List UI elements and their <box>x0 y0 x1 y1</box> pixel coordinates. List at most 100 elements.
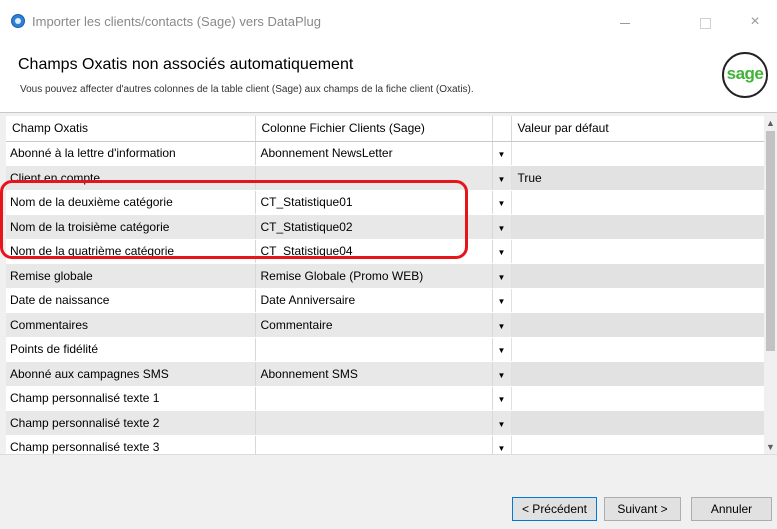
colonne-sage-cell[interactable] <box>255 165 493 191</box>
dropdown-cell[interactable]: ▼ <box>492 141 512 166</box>
maximize-button[interactable] <box>690 10 720 34</box>
dropdown-arrow-icon[interactable]: ▼ <box>498 273 506 282</box>
dropdown-cell[interactable]: ▼ <box>492 288 512 313</box>
minimize-icon <box>620 22 630 24</box>
scrollbar-thumb[interactable] <box>766 131 775 351</box>
title-bar: Importer les clients/contacts (Sage) ver… <box>0 0 777 44</box>
dropdown-arrow-icon[interactable]: ▼ <box>498 346 506 355</box>
champ-oxatis-cell: Date de naissance <box>6 288 256 313</box>
valeur-defaut-cell[interactable] <box>511 410 767 436</box>
champ-oxatis-cell: Nom de la troisième catégorie <box>6 214 256 240</box>
colonne-sage-cell[interactable]: Remise Globale (Promo WEB) <box>255 263 493 289</box>
table-row[interactable]: Nom de la deuxième catégorie CT_Statistiq… <box>6 190 767 215</box>
table-row[interactable]: Date de naissance Date Anniversaire ▼ <box>6 288 767 313</box>
table-row[interactable]: Champ personnalisé texte 2 ▼ <box>6 410 767 436</box>
champ-oxatis-cell: Nom de la quatrième catégorie <box>6 239 256 264</box>
table-row[interactable]: Nom de la quatrième catégorie CT_Statisti… <box>6 239 767 264</box>
champ-oxatis-cell: Champ personnalisé texte 1 <box>6 386 256 411</box>
dropdown-arrow-icon[interactable]: ▼ <box>498 371 506 380</box>
column-header-valeur-defaut[interactable]: Valeur par défaut <box>511 116 767 142</box>
scroll-up-icon[interactable]: ▲ <box>764 116 777 130</box>
table-row[interactable]: Commentaires Commentaire ▼ <box>6 312 767 338</box>
champ-oxatis-cell: Remise globale <box>6 263 256 289</box>
column-header-champ-oxatis[interactable]: Champ Oxatis <box>6 116 256 142</box>
sage-logo: sage <box>722 52 768 98</box>
dropdown-arrow-icon[interactable]: ▼ <box>498 224 506 233</box>
dropdown-arrow-icon[interactable]: ▼ <box>498 248 506 257</box>
dropdown-cell[interactable]: ▼ <box>492 435 512 454</box>
minimize-button[interactable] <box>610 10 640 34</box>
colonne-sage-cell[interactable] <box>255 435 493 454</box>
page-title: Champs Oxatis non associés automatiqueme… <box>18 56 354 73</box>
colonne-sage-cell[interactable]: Commentaire <box>255 312 493 338</box>
previous-button[interactable]: < Précédent <box>512 497 597 521</box>
dropdown-arrow-icon[interactable]: ▼ <box>498 199 506 208</box>
page-subtitle: Vous pouvez affecter d'autres colonnes d… <box>20 84 474 95</box>
colonne-sage-cell[interactable]: CT_Statistique04 <box>255 239 493 264</box>
valeur-defaut-cell[interactable] <box>511 337 767 362</box>
dropdown-arrow-icon[interactable]: ▼ <box>498 175 506 184</box>
dropdown-cell[interactable]: ▼ <box>492 190 512 215</box>
dropdown-arrow-icon[interactable]: ▼ <box>498 420 506 429</box>
dropdown-cell[interactable]: ▼ <box>492 263 512 289</box>
champ-oxatis-cell: Client en compte <box>6 165 256 191</box>
dropdown-cell[interactable]: ▼ <box>492 337 512 362</box>
colonne-sage-cell[interactable]: Abonnement SMS <box>255 361 493 387</box>
dropdown-cell[interactable]: ▼ <box>492 386 512 411</box>
column-header-colonne-sage[interactable]: Colonne Fichier Clients (Sage) <box>255 116 493 142</box>
dropdown-arrow-icon[interactable]: ▼ <box>498 297 506 306</box>
valeur-defaut-cell[interactable] <box>511 190 767 215</box>
table-row[interactable]: Remise globale Remise Globale (Promo WEB)… <box>6 263 767 289</box>
window-title: Importer les clients/contacts (Sage) ver… <box>32 14 322 29</box>
dropdown-cell[interactable]: ▼ <box>492 239 512 264</box>
champ-oxatis-cell: Points de fidélité <box>6 337 256 362</box>
colonne-sage-cell[interactable]: Date Anniversaire <box>255 288 493 313</box>
table-row[interactable]: Points de fidélité ▼ <box>6 337 767 362</box>
valeur-defaut-cell[interactable] <box>511 239 767 264</box>
dropdown-cell[interactable]: ▼ <box>492 361 512 387</box>
table-row[interactable]: Abonné à la lettre d'information Abonneme… <box>6 141 767 166</box>
dropdown-arrow-icon[interactable]: ▼ <box>498 444 506 453</box>
close-button[interactable]: × <box>740 10 770 34</box>
colonne-sage-cell[interactable] <box>255 337 493 362</box>
champ-oxatis-cell: Nom de la deuxième catégorie <box>6 190 256 215</box>
app-icon <box>11 14 25 28</box>
table-header-row: Champ Oxatis Colonne Fichier Clients (Sa… <box>6 116 767 142</box>
valeur-defaut-cell[interactable]: True <box>511 165 767 191</box>
champ-oxatis-cell: Commentaires <box>6 312 256 338</box>
table-row[interactable]: Champ personnalisé texte 3 ▼ <box>6 435 767 454</box>
column-header-dropdown <box>492 116 512 142</box>
colonne-sage-cell[interactable] <box>255 386 493 411</box>
valeur-defaut-cell[interactable] <box>511 312 767 338</box>
table-row[interactable]: Champ personnalisé texte 1 ▼ <box>6 386 767 411</box>
champ-oxatis-cell: Abonné aux campagnes SMS <box>6 361 256 387</box>
colonne-sage-cell[interactable]: CT_Statistique01 <box>255 190 493 215</box>
dropdown-cell[interactable]: ▼ <box>492 214 512 240</box>
table-row[interactable]: Nom de la troisième catégorie CT_Statisti… <box>6 214 767 240</box>
cancel-button[interactable]: Annuler <box>691 497 772 521</box>
next-button[interactable]: Suivant > <box>604 497 681 521</box>
table-row[interactable]: Abonné aux campagnes SMS Abonnement SMS ▼ <box>6 361 767 387</box>
vertical-scrollbar[interactable]: ▲ ▼ <box>764 116 777 454</box>
dropdown-cell[interactable]: ▼ <box>492 165 512 191</box>
dropdown-cell[interactable]: ▼ <box>492 312 512 338</box>
colonne-sage-cell[interactable]: Abonnement NewsLetter <box>255 141 493 166</box>
champ-oxatis-cell: Champ personnalisé texte 2 <box>6 410 256 436</box>
valeur-defaut-cell[interactable] <box>511 263 767 289</box>
scroll-down-icon[interactable]: ▼ <box>764 440 777 454</box>
mapping-table: Champ Oxatis Colonne Fichier Clients (Sa… <box>6 116 767 454</box>
valeur-defaut-cell[interactable] <box>511 386 767 411</box>
colonne-sage-cell[interactable] <box>255 410 493 436</box>
valeur-defaut-cell[interactable] <box>511 141 767 166</box>
valeur-defaut-cell[interactable] <box>511 435 767 454</box>
dropdown-cell[interactable]: ▼ <box>492 410 512 436</box>
colonne-sage-cell[interactable]: CT_Statistique02 <box>255 214 493 240</box>
valeur-defaut-cell[interactable] <box>511 288 767 313</box>
dropdown-arrow-icon[interactable]: ▼ <box>498 322 506 331</box>
valeur-defaut-cell[interactable] <box>511 361 767 387</box>
field-mapping-grid: Champ Oxatis Colonne Fichier Clients (Sa… <box>6 116 777 454</box>
valeur-defaut-cell[interactable] <box>511 214 767 240</box>
dropdown-arrow-icon[interactable]: ▼ <box>498 150 506 159</box>
dropdown-arrow-icon[interactable]: ▼ <box>498 395 506 404</box>
table-row[interactable]: Client en compte ▼ True <box>6 165 767 191</box>
